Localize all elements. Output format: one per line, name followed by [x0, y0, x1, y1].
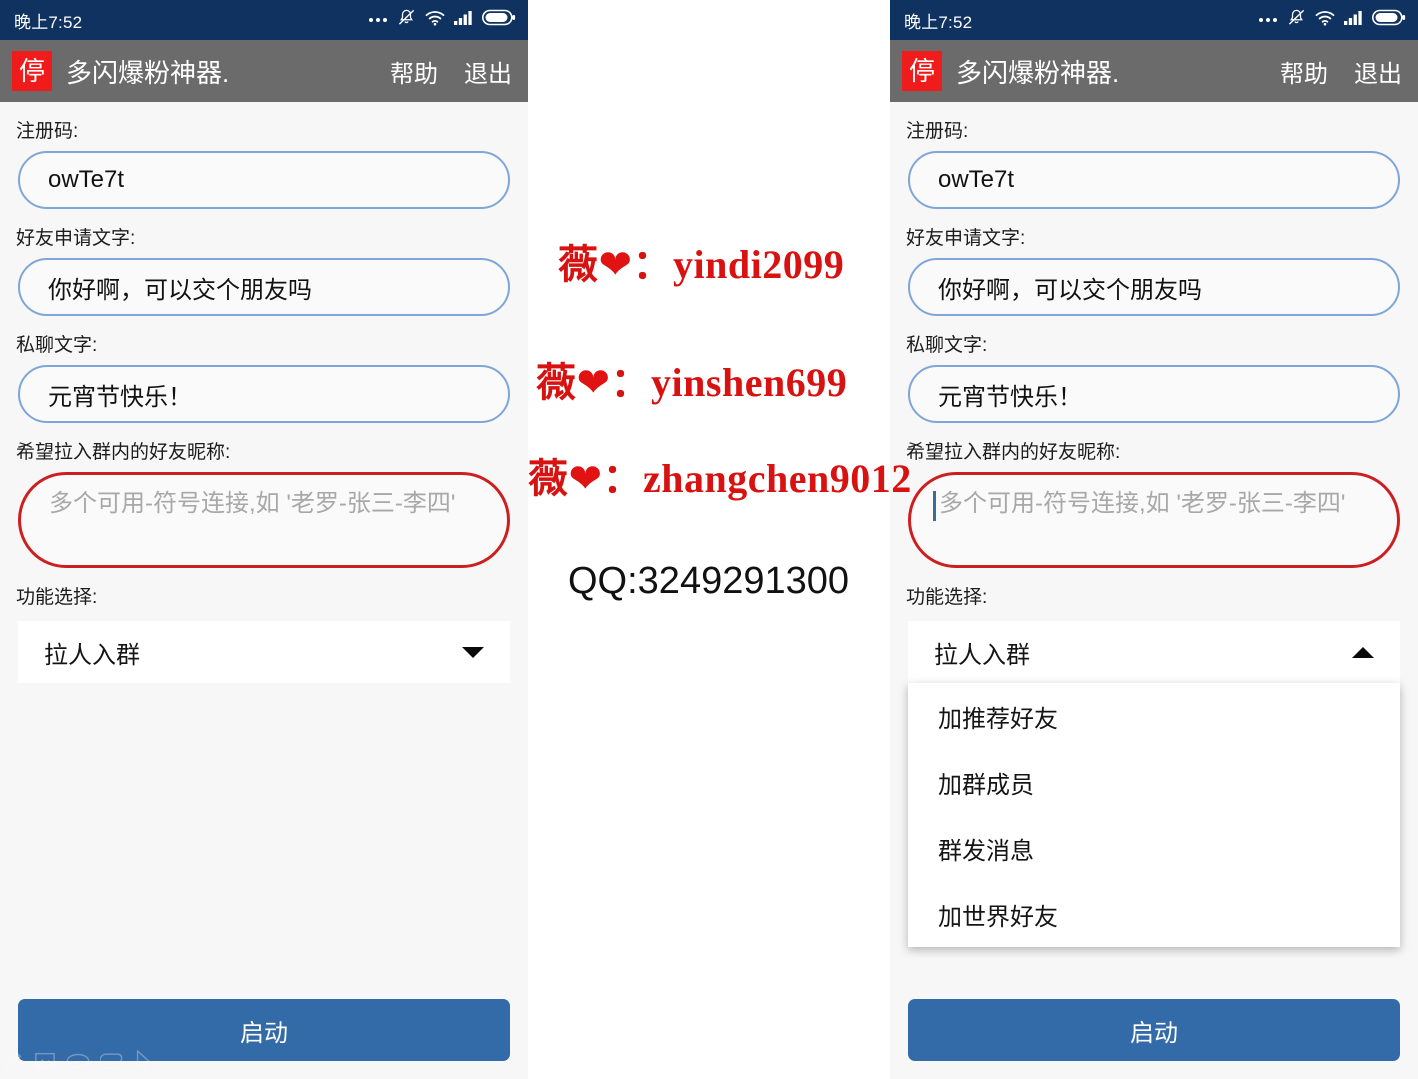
heart-icon: ❤ [568, 456, 603, 502]
reg-code-label: 注册码: [16, 121, 79, 142]
colon-separator: ： [602, 456, 644, 502]
wechat-id-2: yinshen699 [651, 360, 848, 405]
form-body: 注册码: owTe7t 好友申请文字: 你好啊，可以交个朋友吗 私聊文字: 元宵… [890, 102, 1418, 1079]
phone-screen-left: 晚上7:52 停 多闪爆粉神器. 帮助 退出 注册码: owTe7t 好友申请文… [0, 0, 528, 1079]
function-select-value: 拉人入群 [934, 641, 1030, 669]
app-title: 多闪爆粉神器. [66, 57, 230, 88]
bell-muted-icon [1287, 8, 1306, 32]
signal-bars-icon [1344, 10, 1363, 30]
friend-request-label: 好友申请文字: [16, 228, 136, 249]
status-bar-icons [1258, 8, 1406, 32]
wifi-icon [1315, 10, 1335, 31]
private-chat-input[interactable]: 元宵节快乐！ [18, 365, 510, 423]
function-select-value: 拉人入群 [44, 641, 140, 669]
wifi-icon [425, 10, 445, 31]
start-button[interactable]: 启动 [908, 999, 1400, 1061]
app-logo-icon: 停 [12, 51, 52, 91]
function-select[interactable]: 拉人入群 [18, 621, 510, 683]
friend-request-input[interactable]: 你好啊，可以交个朋友吗 [18, 258, 510, 316]
function-select-label: 功能选择: [906, 587, 988, 608]
status-bar-icons [368, 8, 516, 32]
dropdown-option[interactable]: 加群成员 [908, 749, 1400, 815]
colon-separator: ： [610, 360, 652, 406]
wechat-id-3: zhangchen9012 [643, 456, 912, 501]
help-button[interactable]: 帮助 [390, 54, 438, 89]
more-dots-icon [1258, 11, 1278, 29]
more-dots-icon [368, 11, 388, 29]
dropdown-option[interactable]: 群发消息 [908, 815, 1400, 881]
app-bar-actions: 帮助 退出 [1280, 54, 1402, 89]
function-select-label: 功能选择: [16, 587, 98, 608]
heart-icon: ❤ [598, 242, 633, 288]
wechat-contact-line-3: 薇❤：zhangchen9012 [528, 446, 912, 504]
nickname-label: 希望拉入群内的好友昵称: [906, 442, 1121, 463]
app-title: 多闪爆粉神器. [956, 57, 1120, 88]
contact-info-panel: 薇❤：yindi2099 薇❤：yinshen699 薇❤：zhangchen9… [528, 0, 911, 1079]
bell-muted-icon [397, 8, 416, 32]
wechat-contact-line-1: 薇❤：yindi2099 [558, 232, 844, 290]
exit-button[interactable]: 退出 [464, 54, 512, 89]
wechat-prefix-label: 薇 [536, 360, 577, 406]
wechat-id-1: yindi2099 [673, 242, 845, 287]
status-bar-time: 晚上7:52 [14, 12, 83, 32]
qq-contact-line: QQ:3249291300 [568, 560, 850, 602]
nickname-label: 希望拉入群内的好友昵称: [16, 442, 231, 463]
app-bar: 停 多闪爆粉神器. 帮助 退出 [0, 40, 528, 102]
function-select[interactable]: 拉人入群 [908, 621, 1400, 683]
start-button[interactable]: 启动 [18, 999, 510, 1061]
reg-code-input[interactable]: owTe7t [908, 151, 1400, 209]
exit-button[interactable]: 退出 [1354, 54, 1402, 89]
colon-separator: ： [632, 242, 674, 288]
screenshot-root: 晚上7:52 停 多闪爆粉神器. 帮助 退出 注册码: owTe7t 好友申请文… [0, 0, 1418, 1079]
wechat-prefix-label: 薇 [528, 456, 569, 502]
status-bar-time: 晚上7:52 [904, 12, 973, 32]
private-chat-label: 私聊文字: [16, 335, 98, 356]
nickname-textarea[interactable]: 多个可用-符号连接,如 '老罗-张三-李四' [908, 472, 1400, 568]
status-bar: 晚上7:52 [0, 0, 528, 40]
function-select-wrapper: 拉人入群 [18, 621, 510, 683]
battery-icon [482, 9, 516, 31]
function-select-dropdown: 加推荐好友 加群成员 群发消息 加世界好友 [908, 683, 1400, 947]
heart-icon: ❤ [576, 360, 611, 406]
text-cursor [933, 491, 936, 521]
battery-icon [1372, 9, 1406, 31]
status-bar: 晚上7:52 [890, 0, 1418, 40]
help-button[interactable]: 帮助 [1280, 54, 1328, 89]
chevron-down-icon [462, 646, 484, 658]
app-bar: 停 多闪爆粉神器. 帮助 退出 [890, 40, 1418, 102]
chevron-up-icon [1352, 646, 1374, 658]
nickname-placeholder-text: 多个可用-符号连接,如 '老罗-张三-李四' [939, 490, 1346, 517]
signal-bars-icon [454, 10, 473, 30]
app-logo-icon: 停 [902, 51, 942, 91]
private-chat-input[interactable]: 元宵节快乐！ [908, 365, 1400, 423]
friend-request-input[interactable]: 你好啊，可以交个朋友吗 [908, 258, 1400, 316]
wechat-contact-line-2: 薇❤：yinshen699 [536, 350, 847, 408]
reg-code-input[interactable]: owTe7t [18, 151, 510, 209]
function-select-wrapper: 拉人入群 加推荐好友 加群成员 群发消息 加世界好友 [908, 621, 1400, 947]
dropdown-option[interactable]: 加世界好友 [908, 881, 1400, 947]
wechat-prefix-label: 薇 [558, 242, 599, 288]
app-bar-actions: 帮助 退出 [390, 54, 512, 89]
reg-code-label: 注册码: [906, 121, 969, 142]
private-chat-label: 私聊文字: [906, 335, 988, 356]
friend-request-label: 好友申请文字: [906, 228, 1026, 249]
phone-screen-right: 晚上7:52 停 多闪爆粉神器. 帮助 退出 注册码: owTe7t 好友申请文… [890, 0, 1418, 1079]
form-body: 注册码: owTe7t 好友申请文字: 你好啊，可以交个朋友吗 私聊文字: 元宵… [0, 102, 528, 1079]
dropdown-option[interactable]: 加推荐好友 [908, 683, 1400, 749]
nickname-textarea[interactable]: 多个可用-符号连接,如 '老罗-张三-李四' [18, 472, 510, 568]
